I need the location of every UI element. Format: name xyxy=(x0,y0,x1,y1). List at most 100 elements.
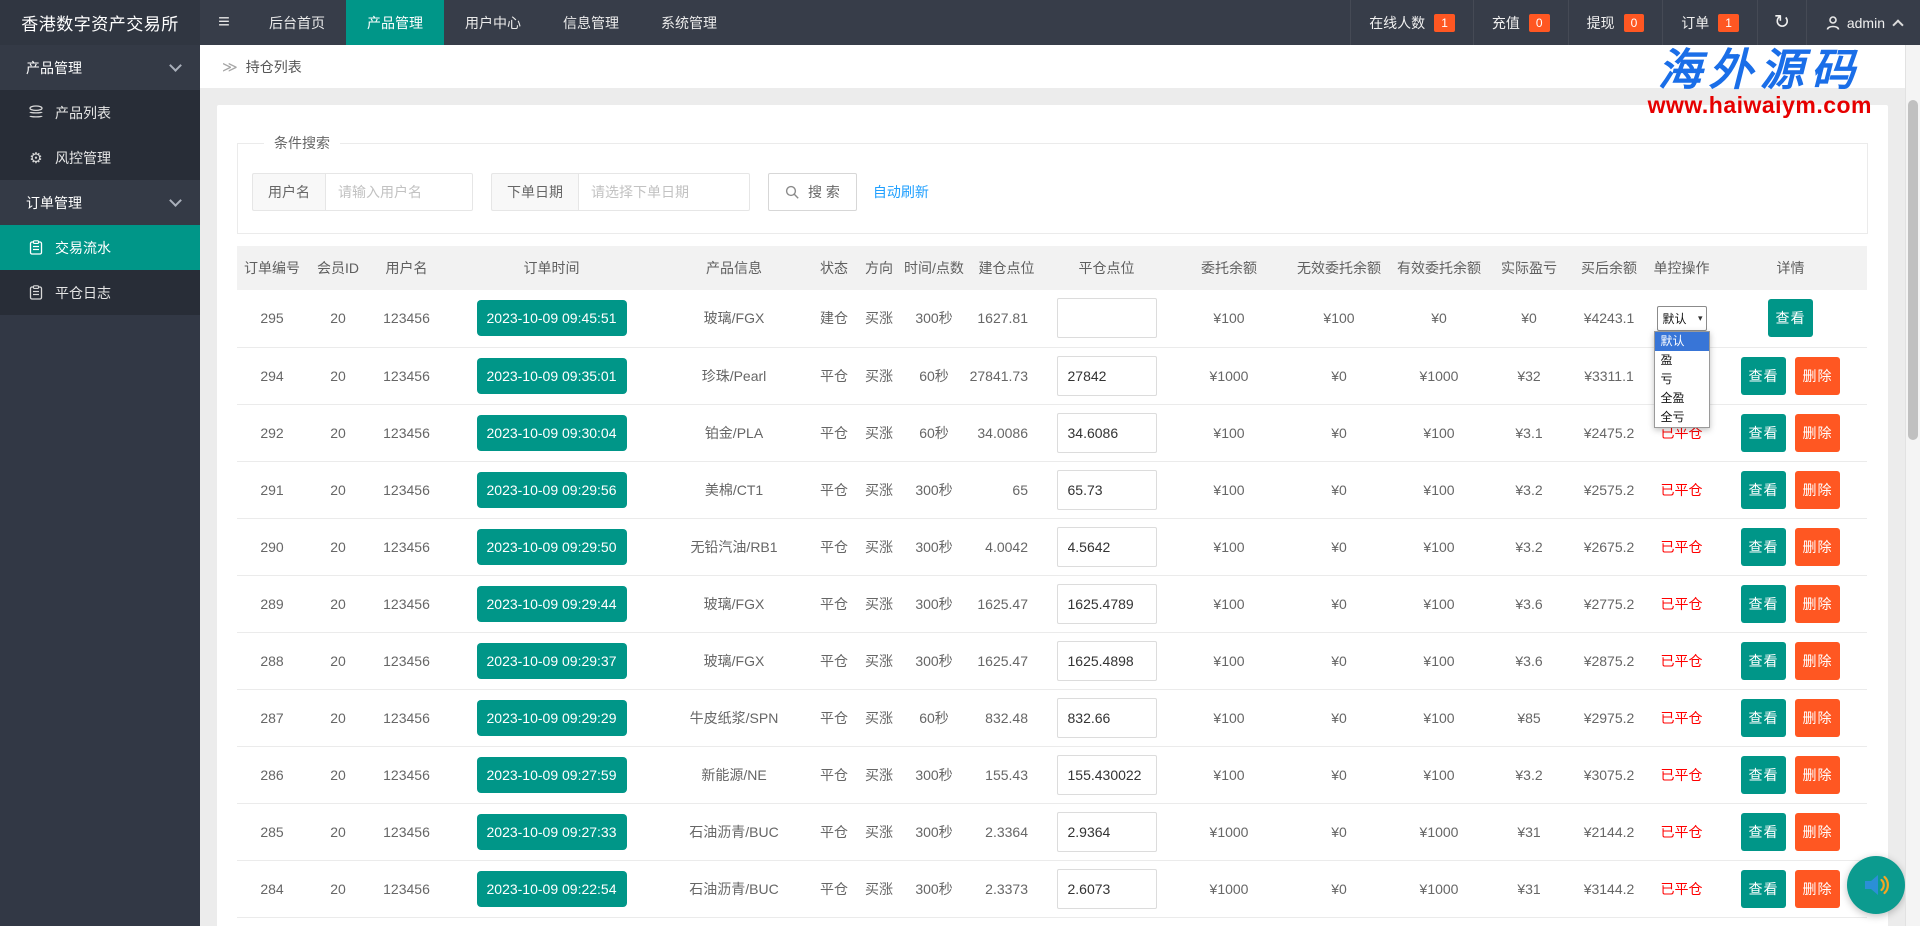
sidebar-item-product-list[interactable]: 产品列表 xyxy=(0,90,200,135)
order-id-cell: 295 xyxy=(237,290,307,348)
delete-button[interactable]: 删除 xyxy=(1795,413,1840,452)
order-row: 285 20 123456 2023-10-09 09:27:33 石油沥青/BUC 平仓… xyxy=(237,803,1867,861)
balance-after-cell: ¥2675.2 xyxy=(1569,518,1649,576)
close-point-input[interactable] xyxy=(1056,355,1157,396)
select-option[interactable]: 盈 xyxy=(1655,351,1709,370)
sidebar-item-label: 产品列表 xyxy=(55,104,111,121)
view-button[interactable]: 查看 xyxy=(1741,470,1786,509)
close-point-cell xyxy=(1044,404,1169,462)
entrust-balance-cell: ¥1000 xyxy=(1169,860,1289,918)
close-point-input[interactable] xyxy=(1056,298,1157,339)
close-point-input[interactable] xyxy=(1056,526,1157,567)
order-time-button[interactable]: 2023-10-09 09:45:51 xyxy=(476,300,627,337)
view-button[interactable]: 查看 xyxy=(1741,527,1786,566)
order-time-button[interactable]: 2023-10-09 09:29:37 xyxy=(476,642,627,679)
delete-button[interactable]: 删除 xyxy=(1795,641,1840,680)
order-time-button[interactable]: 2023-10-09 09:22:54 xyxy=(476,870,627,907)
view-button[interactable]: 查看 xyxy=(1741,413,1786,452)
delete-button[interactable]: 删除 xyxy=(1795,527,1840,566)
close-point-input[interactable] xyxy=(1056,583,1157,624)
sidebar-item-trade-flow[interactable]: 交易流水 xyxy=(0,225,200,270)
order-time-button[interactable]: 2023-10-09 09:27:33 xyxy=(476,813,627,850)
view-button[interactable]: 查看 xyxy=(1741,584,1786,623)
open-point-cell: 27841.73 xyxy=(969,347,1044,405)
stat-deposits[interactable]: 充值 0 xyxy=(1472,0,1568,45)
sidebar-group-products[interactable]: 产品管理 xyxy=(0,45,200,90)
sidebar-item-close-log[interactable]: 平仓日志 xyxy=(0,270,200,315)
order-time-button[interactable]: 2023-10-09 09:29:29 xyxy=(476,699,627,736)
close-point-input[interactable] xyxy=(1056,811,1157,852)
single-control-cell: 已平仓 xyxy=(1649,803,1714,861)
order-time-button[interactable]: 2023-10-09 09:29:56 xyxy=(476,471,627,508)
order-time-button[interactable]: 2023-10-09 09:35:01 xyxy=(476,357,627,394)
order-time-button[interactable]: 2023-10-09 09:27:59 xyxy=(476,756,627,793)
view-button[interactable]: 查看 xyxy=(1741,698,1786,737)
duration-cell: 300秒 xyxy=(899,461,969,519)
entrust-balance-cell: ¥100 xyxy=(1169,518,1289,576)
order-time-button[interactable]: 2023-10-09 09:30:04 xyxy=(476,414,627,451)
member-id-cell: 20 xyxy=(307,404,369,462)
nav-item-products[interactable]: 产品管理 xyxy=(346,0,444,45)
view-button[interactable]: 查看 xyxy=(1741,755,1786,794)
view-button[interactable]: 查看 xyxy=(1741,641,1786,680)
vertical-scrollbar[interactable] xyxy=(1905,45,1920,926)
stat-withdrawals[interactable]: 提现 0 xyxy=(1567,0,1663,45)
order-date-input[interactable] xyxy=(578,173,750,211)
delete-button[interactable]: 删除 xyxy=(1795,470,1840,509)
view-button[interactable]: 查看 xyxy=(1741,356,1786,395)
sound-toggle-button[interactable] xyxy=(1847,856,1905,914)
order-time-button[interactable]: 2023-10-09 09:29:44 xyxy=(476,585,627,622)
nav-item-system[interactable]: 系统管理 xyxy=(640,0,738,45)
nav-item-dashboard[interactable]: 后台首页 xyxy=(248,0,346,45)
nav-item-users[interactable]: 用户中心 xyxy=(444,0,542,45)
nav-item-info[interactable]: 信息管理 xyxy=(542,0,640,45)
close-point-input[interactable] xyxy=(1056,469,1157,510)
username-input[interactable] xyxy=(325,173,473,211)
delete-button[interactable]: 删除 xyxy=(1795,812,1840,851)
view-button[interactable]: 查看 xyxy=(1768,299,1813,338)
member-id-cell: 20 xyxy=(307,917,369,926)
scrollbar-thumb[interactable] xyxy=(1908,100,1918,440)
count-badge: 0 xyxy=(1528,13,1550,32)
select-option[interactable]: 全亏 xyxy=(1655,408,1709,427)
order-id-cell: 283 xyxy=(237,917,307,926)
order-time-button[interactable]: 2023-10-09 09:29:50 xyxy=(476,528,627,565)
close-point-cell xyxy=(1044,290,1169,348)
view-button[interactable]: 查看 xyxy=(1741,869,1786,908)
view-button[interactable]: 查看 xyxy=(1741,812,1786,851)
close-point-input[interactable] xyxy=(1056,754,1157,795)
stat-online-users[interactable]: 在线人数 1 xyxy=(1350,0,1473,45)
actual-pnl-cell: ¥3.2 xyxy=(1489,461,1569,519)
delete-button[interactable]: 删除 xyxy=(1795,869,1840,908)
select-option[interactable]: 亏 xyxy=(1655,370,1709,389)
column-header: 状态 xyxy=(809,246,859,290)
username-cell: 123456 xyxy=(369,689,444,747)
delete-button[interactable]: 删除 xyxy=(1795,356,1840,395)
delete-button[interactable]: 删除 xyxy=(1795,698,1840,737)
admin-menu[interactable]: admin xyxy=(1805,0,1920,45)
close-point-input[interactable] xyxy=(1056,412,1157,453)
stat-orders[interactable]: 订单 1 xyxy=(1662,0,1757,45)
delete-button[interactable]: 删除 xyxy=(1795,755,1840,794)
auto-refresh-link[interactable]: 自动刷新 xyxy=(873,182,929,202)
single-control-select[interactable]: 默认 ▾ xyxy=(1656,305,1707,331)
hamburger-icon[interactable]: ≡ xyxy=(200,0,248,45)
entrust-balance-cell: ¥100 xyxy=(1169,689,1289,747)
select-option[interactable]: 全盈 xyxy=(1655,389,1709,408)
search-button[interactable]: 搜 索 xyxy=(768,173,857,211)
username-cell: 123456 xyxy=(369,860,444,918)
close-point-cell xyxy=(1044,461,1169,519)
close-point-input[interactable] xyxy=(1056,697,1157,738)
close-point-input[interactable] xyxy=(1056,640,1157,681)
sidebar-group-orders[interactable]: 订单管理 xyxy=(0,180,200,225)
refresh-icon[interactable]: ↻ xyxy=(1756,0,1806,45)
delete-button[interactable]: 删除 xyxy=(1795,584,1840,623)
select-option[interactable]: 默认 xyxy=(1654,332,1709,352)
column-header: 会员ID xyxy=(307,246,369,290)
sidebar-item-risk-control[interactable]: ⚙ 风控管理 xyxy=(0,135,200,180)
detail-actions-cell: 查看删除 xyxy=(1714,461,1867,519)
detail-actions-cell: 查看删除 xyxy=(1714,347,1867,405)
close-point-input[interactable] xyxy=(1056,868,1157,909)
invalid-entrust-cell: ¥0 xyxy=(1289,917,1389,926)
member-id-cell: 20 xyxy=(307,575,369,633)
